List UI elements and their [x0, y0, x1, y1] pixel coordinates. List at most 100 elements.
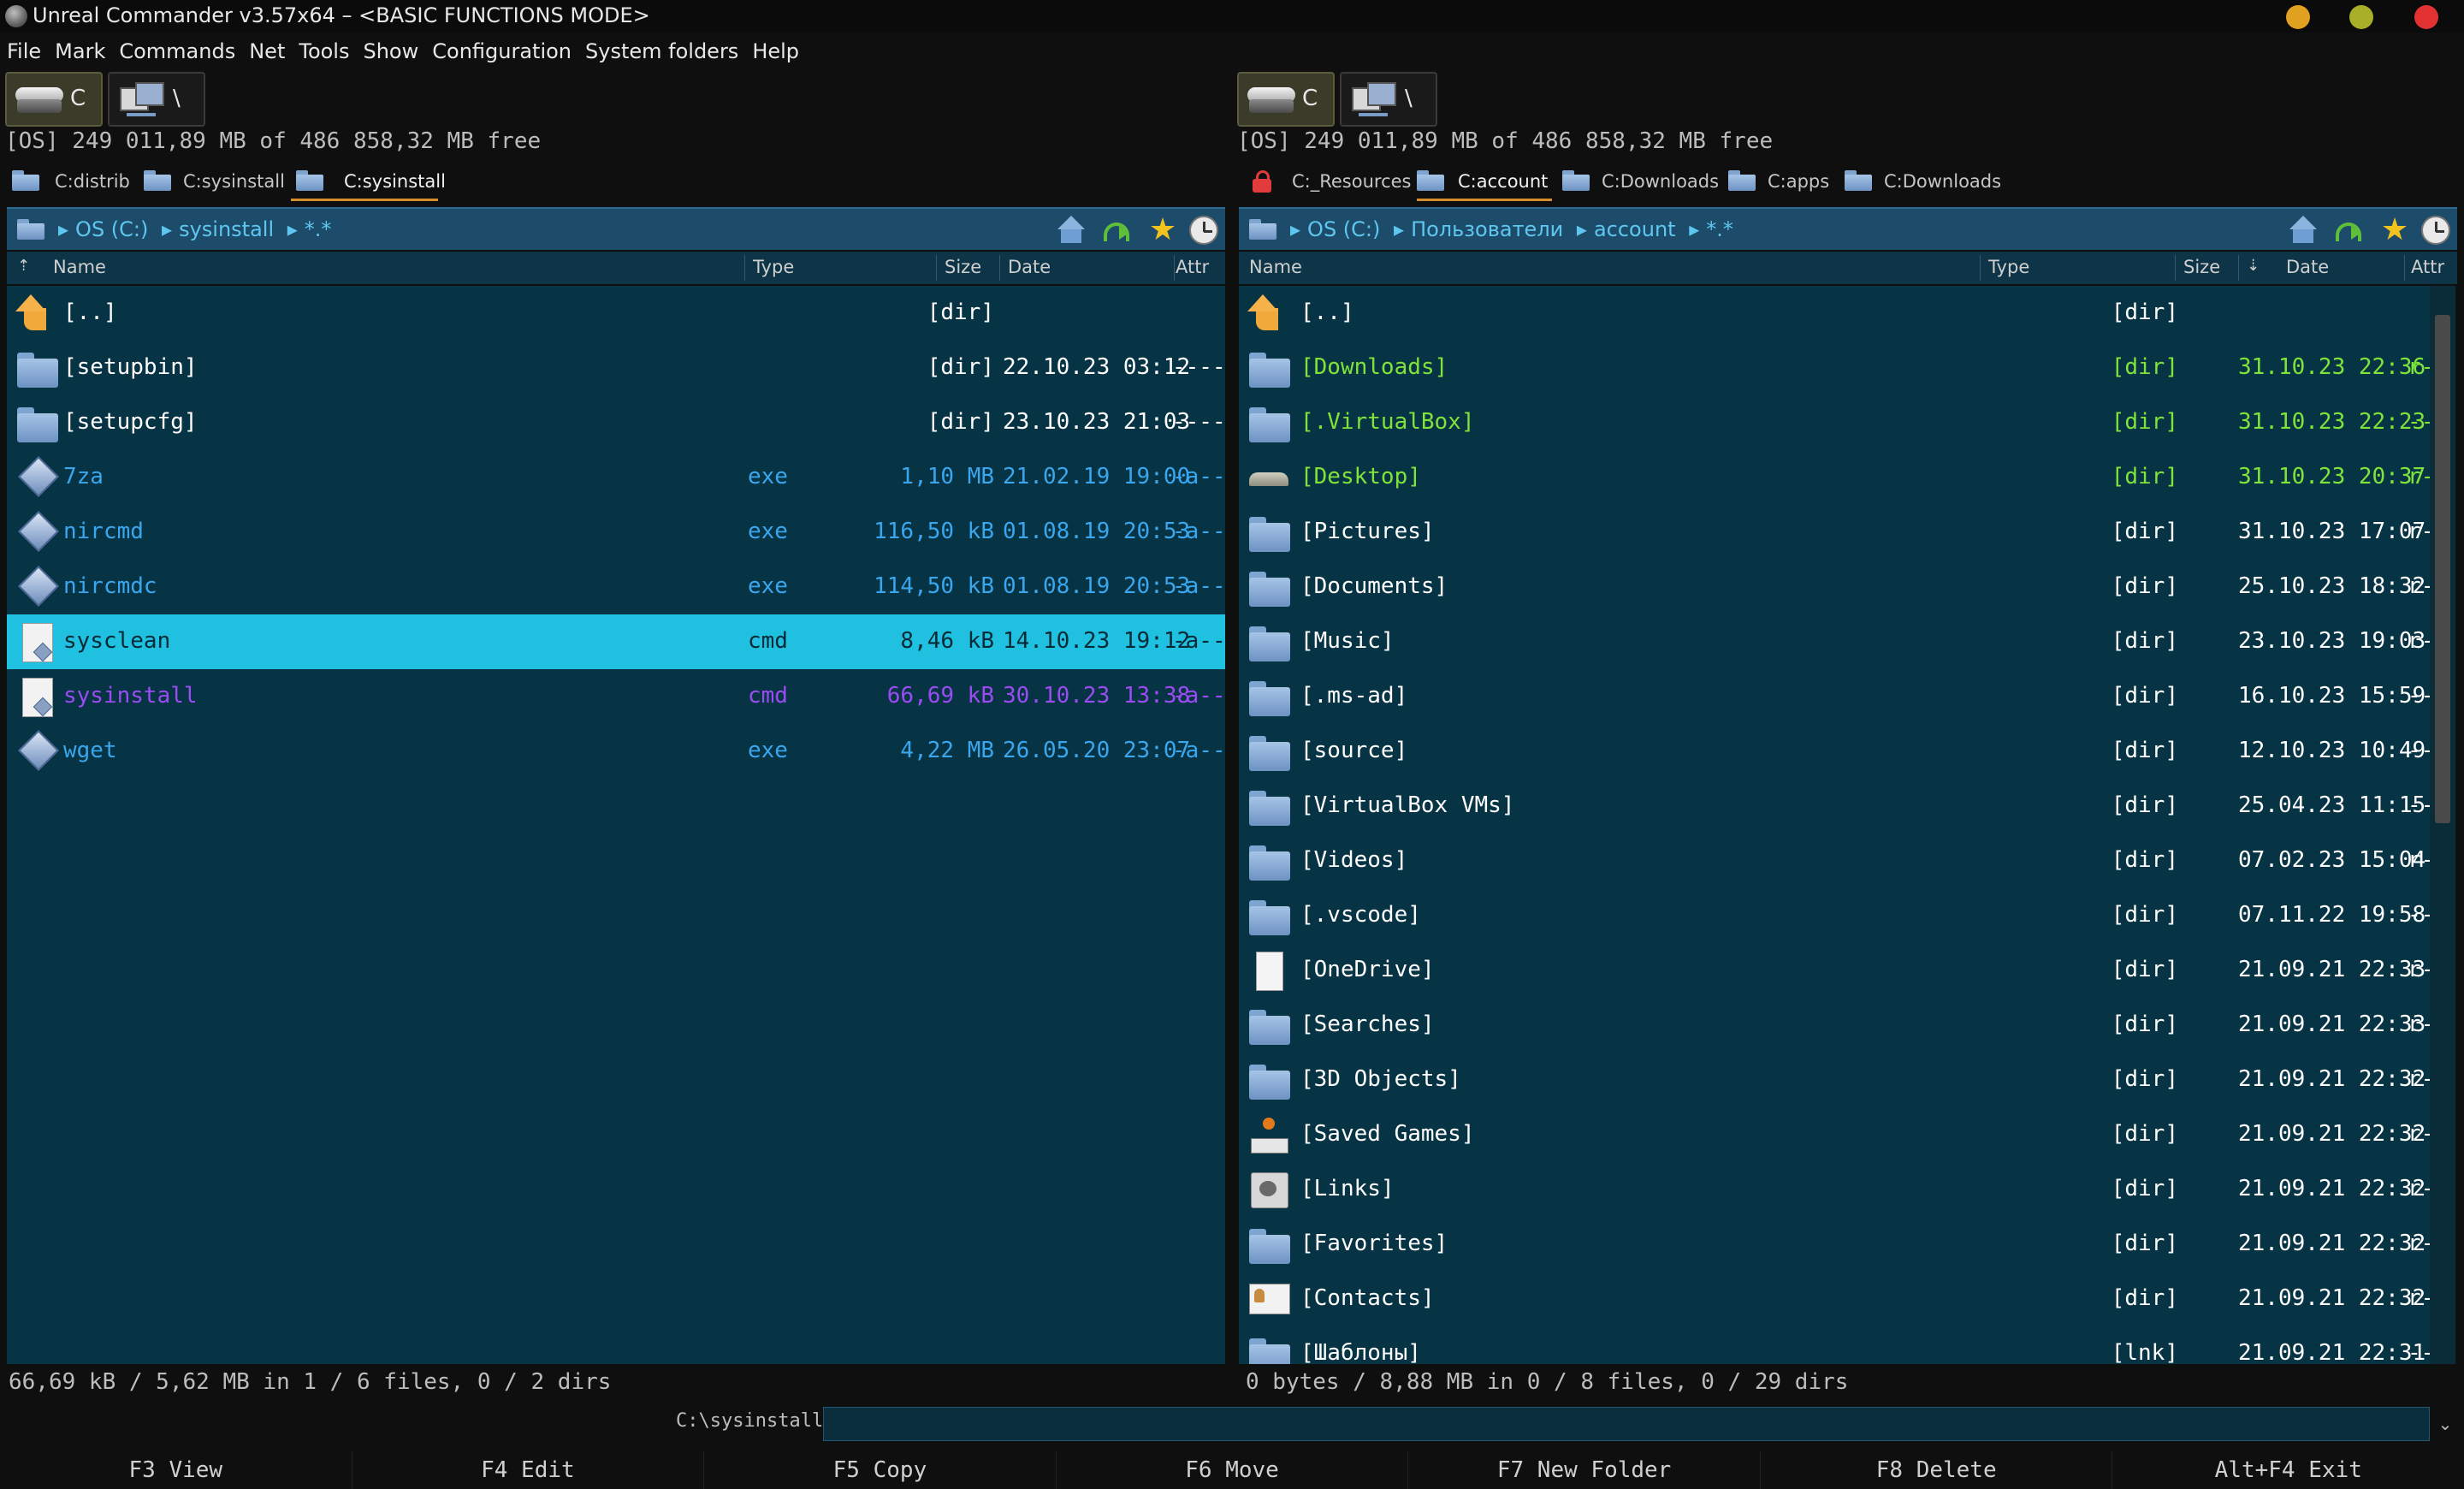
videos-folder-icon	[1247, 840, 1290, 881]
file-row[interactable]: [Downloads] [dir] 31.10.23 22:36r-	[1239, 341, 2430, 395]
file-row[interactable]: [OneDrive] [dir] 21.09.21 22:33r-	[1239, 943, 2430, 998]
f3-view-button[interactable]: F3 View	[0, 1451, 352, 1489]
menu-mark[interactable]: Mark	[48, 34, 112, 68]
column-date[interactable]: Date	[2286, 257, 2329, 277]
left-tab-sysinstall-active[interactable]: C:sysinstall	[291, 163, 446, 201]
right-scrollbar[interactable]	[2430, 286, 2455, 1364]
file-row[interactable]: [Pictures] [dir] 31.10.23 17:07r-	[1239, 505, 2430, 560]
right-network-drive-button[interactable]: \	[1340, 72, 1437, 127]
column-type[interactable]: Type	[1988, 257, 2029, 277]
file-row[interactable]: nircmd exe 116,50 kB 01.08.19 20:53 -a--	[7, 505, 1225, 560]
right-tab-downloads-2[interactable]: C:Downloads	[1845, 163, 2001, 199]
file-row[interactable]: [Searches] [dir] 21.09.21 22:33r-	[1239, 998, 2430, 1053]
column-size[interactable]: Size	[945, 257, 981, 277]
file-row[interactable]: [Videos] [dir] 07.02.23 15:04r-	[1239, 833, 2430, 888]
file-row[interactable]: [VirtualBox VMs] [dir] 25.04.23 11:15--	[1239, 779, 2430, 833]
file-row[interactable]: [Documents] [dir] 25.10.23 18:32r-	[1239, 560, 2430, 614]
file-row[interactable]: [setupbin] [dir] 22.10.23 03:12 ----	[7, 341, 1225, 395]
right-file-list[interactable]: [..] [dir] [Downloads] [dir] 31.10.23 22:36 r…	[1239, 286, 2430, 1364]
left-network-drive-button[interactable]: \	[108, 72, 205, 127]
refresh-icon[interactable]	[1100, 216, 1129, 245]
file-row[interactable]: [Saved Games] [dir] 21.09.21 22:32r-	[1239, 1107, 2430, 1162]
column-name[interactable]: Name	[53, 257, 106, 277]
f5-copy-button[interactable]: F5 Copy	[703, 1451, 1056, 1489]
file-date: 21.09.21 22:32	[2238, 1176, 2426, 1201]
left-file-list[interactable]: [..] [dir] [setupbin] [dir] 22.10.23 03:12 --…	[7, 286, 1225, 1364]
file-attr: r-	[2408, 1121, 2430, 1147]
breadcrumb-folder[interactable]: sysinstall	[179, 217, 274, 241]
scrollbar-thumb[interactable]	[2435, 315, 2450, 823]
menu-configuration[interactable]: Configuration	[425, 34, 578, 68]
favorites-star-icon[interactable]: ★	[1148, 215, 1177, 246]
maximize-button[interactable]	[2349, 5, 2373, 29]
breadcrumb-drive[interactable]: OS (C:)	[75, 217, 148, 241]
file-row[interactable]: sysclean cmd 8,46 kB 14.10.23 19:12 -a--	[7, 614, 1225, 669]
folder-icon	[296, 170, 323, 191]
file-row[interactable]: [.VirtualBox] [dir] 31.10.23 22:23--	[1239, 395, 2430, 450]
sort-icon[interactable]: ⇡	[17, 257, 33, 276]
alt-f4-exit-button[interactable]: Alt+F4 Exit	[2112, 1451, 2464, 1489]
column-name[interactable]: Name	[1249, 257, 1302, 277]
right-tab-downloads-1[interactable]: C:Downloads	[1562, 163, 1719, 199]
file-row[interactable]: sysinstall cmd 66,69 kB 30.10.23 13:38 -a--	[7, 669, 1225, 724]
file-name: [setupbin]	[63, 354, 198, 380]
menu-net[interactable]: Net	[242, 34, 292, 68]
left-tab-sysinstall-1[interactable]: C:sysinstall	[144, 163, 289, 199]
file-row[interactable]: 7za exe 1,10 MB 21.02.19 19:00 -a--	[7, 450, 1225, 505]
file-row[interactable]: [Favorites] [dir] 21.09.21 22:32r-	[1239, 1217, 2430, 1272]
file-row[interactable]: [Music] [dir] 23.10.23 19:03r-	[1239, 614, 2430, 669]
column-date[interactable]: Date	[1008, 257, 1051, 277]
file-row[interactable]: [..] [dir]	[7, 286, 1225, 341]
breadcrumb-filter[interactable]: *.*	[305, 217, 332, 241]
column-size[interactable]: Size	[2183, 257, 2220, 277]
f4-edit-button[interactable]: F4 Edit	[351, 1451, 704, 1489]
minimize-button[interactable]	[2286, 5, 2310, 29]
command-line-input[interactable]	[823, 1407, 2430, 1441]
favorites-star-icon[interactable]: ★	[2380, 215, 2409, 246]
file-row[interactable]: [setupcfg] [dir] 23.10.23 21:03 ----	[7, 395, 1225, 450]
breadcrumb-filter[interactable]: *.*	[1706, 217, 1733, 241]
history-clock-icon[interactable]	[2421, 216, 2450, 245]
file-row[interactable]: [.ms-ad] [dir] 16.10.23 15:59--	[1239, 669, 2430, 724]
file-row[interactable]: [Desktop] [dir] 31.10.23 20:37r-	[1239, 450, 2430, 505]
column-type[interactable]: Type	[753, 257, 794, 277]
breadcrumb-drive[interactable]: OS (C:)	[1307, 217, 1380, 241]
f7-new-folder-button[interactable]: F7 New Folder	[1407, 1451, 1760, 1489]
menu-show[interactable]: Show	[356, 34, 425, 68]
file-row[interactable]: [3D Objects] [dir] 21.09.21 22:32r-	[1239, 1053, 2430, 1107]
file-row[interactable]: [Links] [dir] 21.09.21 22:32r-	[1239, 1162, 2430, 1217]
home-icon[interactable]	[2289, 216, 2319, 245]
refresh-icon[interactable]	[2332, 216, 2361, 245]
home-icon[interactable]	[1057, 216, 1087, 245]
menu-system-folders[interactable]: System folders	[578, 34, 745, 68]
network-drive-icon	[120, 80, 164, 118]
file-date: 21.09.21 22:32	[2238, 1231, 2426, 1256]
right-tab-resources[interactable]: C:_Resources	[1253, 163, 1411, 199]
menu-file[interactable]: File	[0, 34, 48, 68]
menu-tools[interactable]: Tools	[292, 34, 356, 68]
right-tab-apps[interactable]: C:apps	[1728, 163, 1831, 199]
menu-commands[interactable]: Commands	[112, 34, 242, 68]
right-tab-account-active[interactable]: C:account	[1417, 163, 1552, 201]
history-clock-icon[interactable]	[1189, 216, 1218, 245]
file-row[interactable]: [.vscode] [dir] 07.11.22 19:58--	[1239, 888, 2430, 943]
left-tab-distrib[interactable]: C:distrib	[12, 163, 132, 199]
sort-desc-icon[interactable]: ⇣	[2247, 257, 2262, 276]
f6-move-button[interactable]: F6 Move	[1055, 1451, 1408, 1489]
file-row[interactable]: wget exe 4,22 MB 26.05.20 23:07 -a--	[7, 724, 1225, 779]
close-button[interactable]	[2414, 5, 2438, 29]
chevron-down-icon[interactable]: ⌄	[2431, 1407, 2459, 1441]
file-row[interactable]: [Contacts] [dir] 21.09.21 22:32r-	[1239, 1272, 2430, 1326]
column-attr[interactable]: Attr	[1176, 257, 1209, 277]
left-drive-c-button[interactable]: C	[5, 72, 103, 127]
file-row[interactable]: [source] [dir] 12.10.23 10:49--	[1239, 724, 2430, 779]
right-drive-c-button[interactable]: C	[1237, 72, 1335, 127]
menu-help[interactable]: Help	[745, 34, 806, 68]
f8-delete-button[interactable]: F8 Delete	[1759, 1451, 2112, 1489]
file-row[interactable]: [..] [dir]	[1239, 286, 2430, 341]
file-row[interactable]: [Шаблоны] [lnk] 21.09.21 22:31--	[1239, 1326, 2430, 1364]
file-row[interactable]: nircmdc exe 114,50 kB 01.08.19 20:53 -a--	[7, 560, 1225, 614]
breadcrumb-users[interactable]: Пользователи	[1411, 217, 1563, 241]
breadcrumb-folder[interactable]: account	[1594, 217, 1676, 241]
column-attr[interactable]: Attr	[2411, 257, 2444, 277]
